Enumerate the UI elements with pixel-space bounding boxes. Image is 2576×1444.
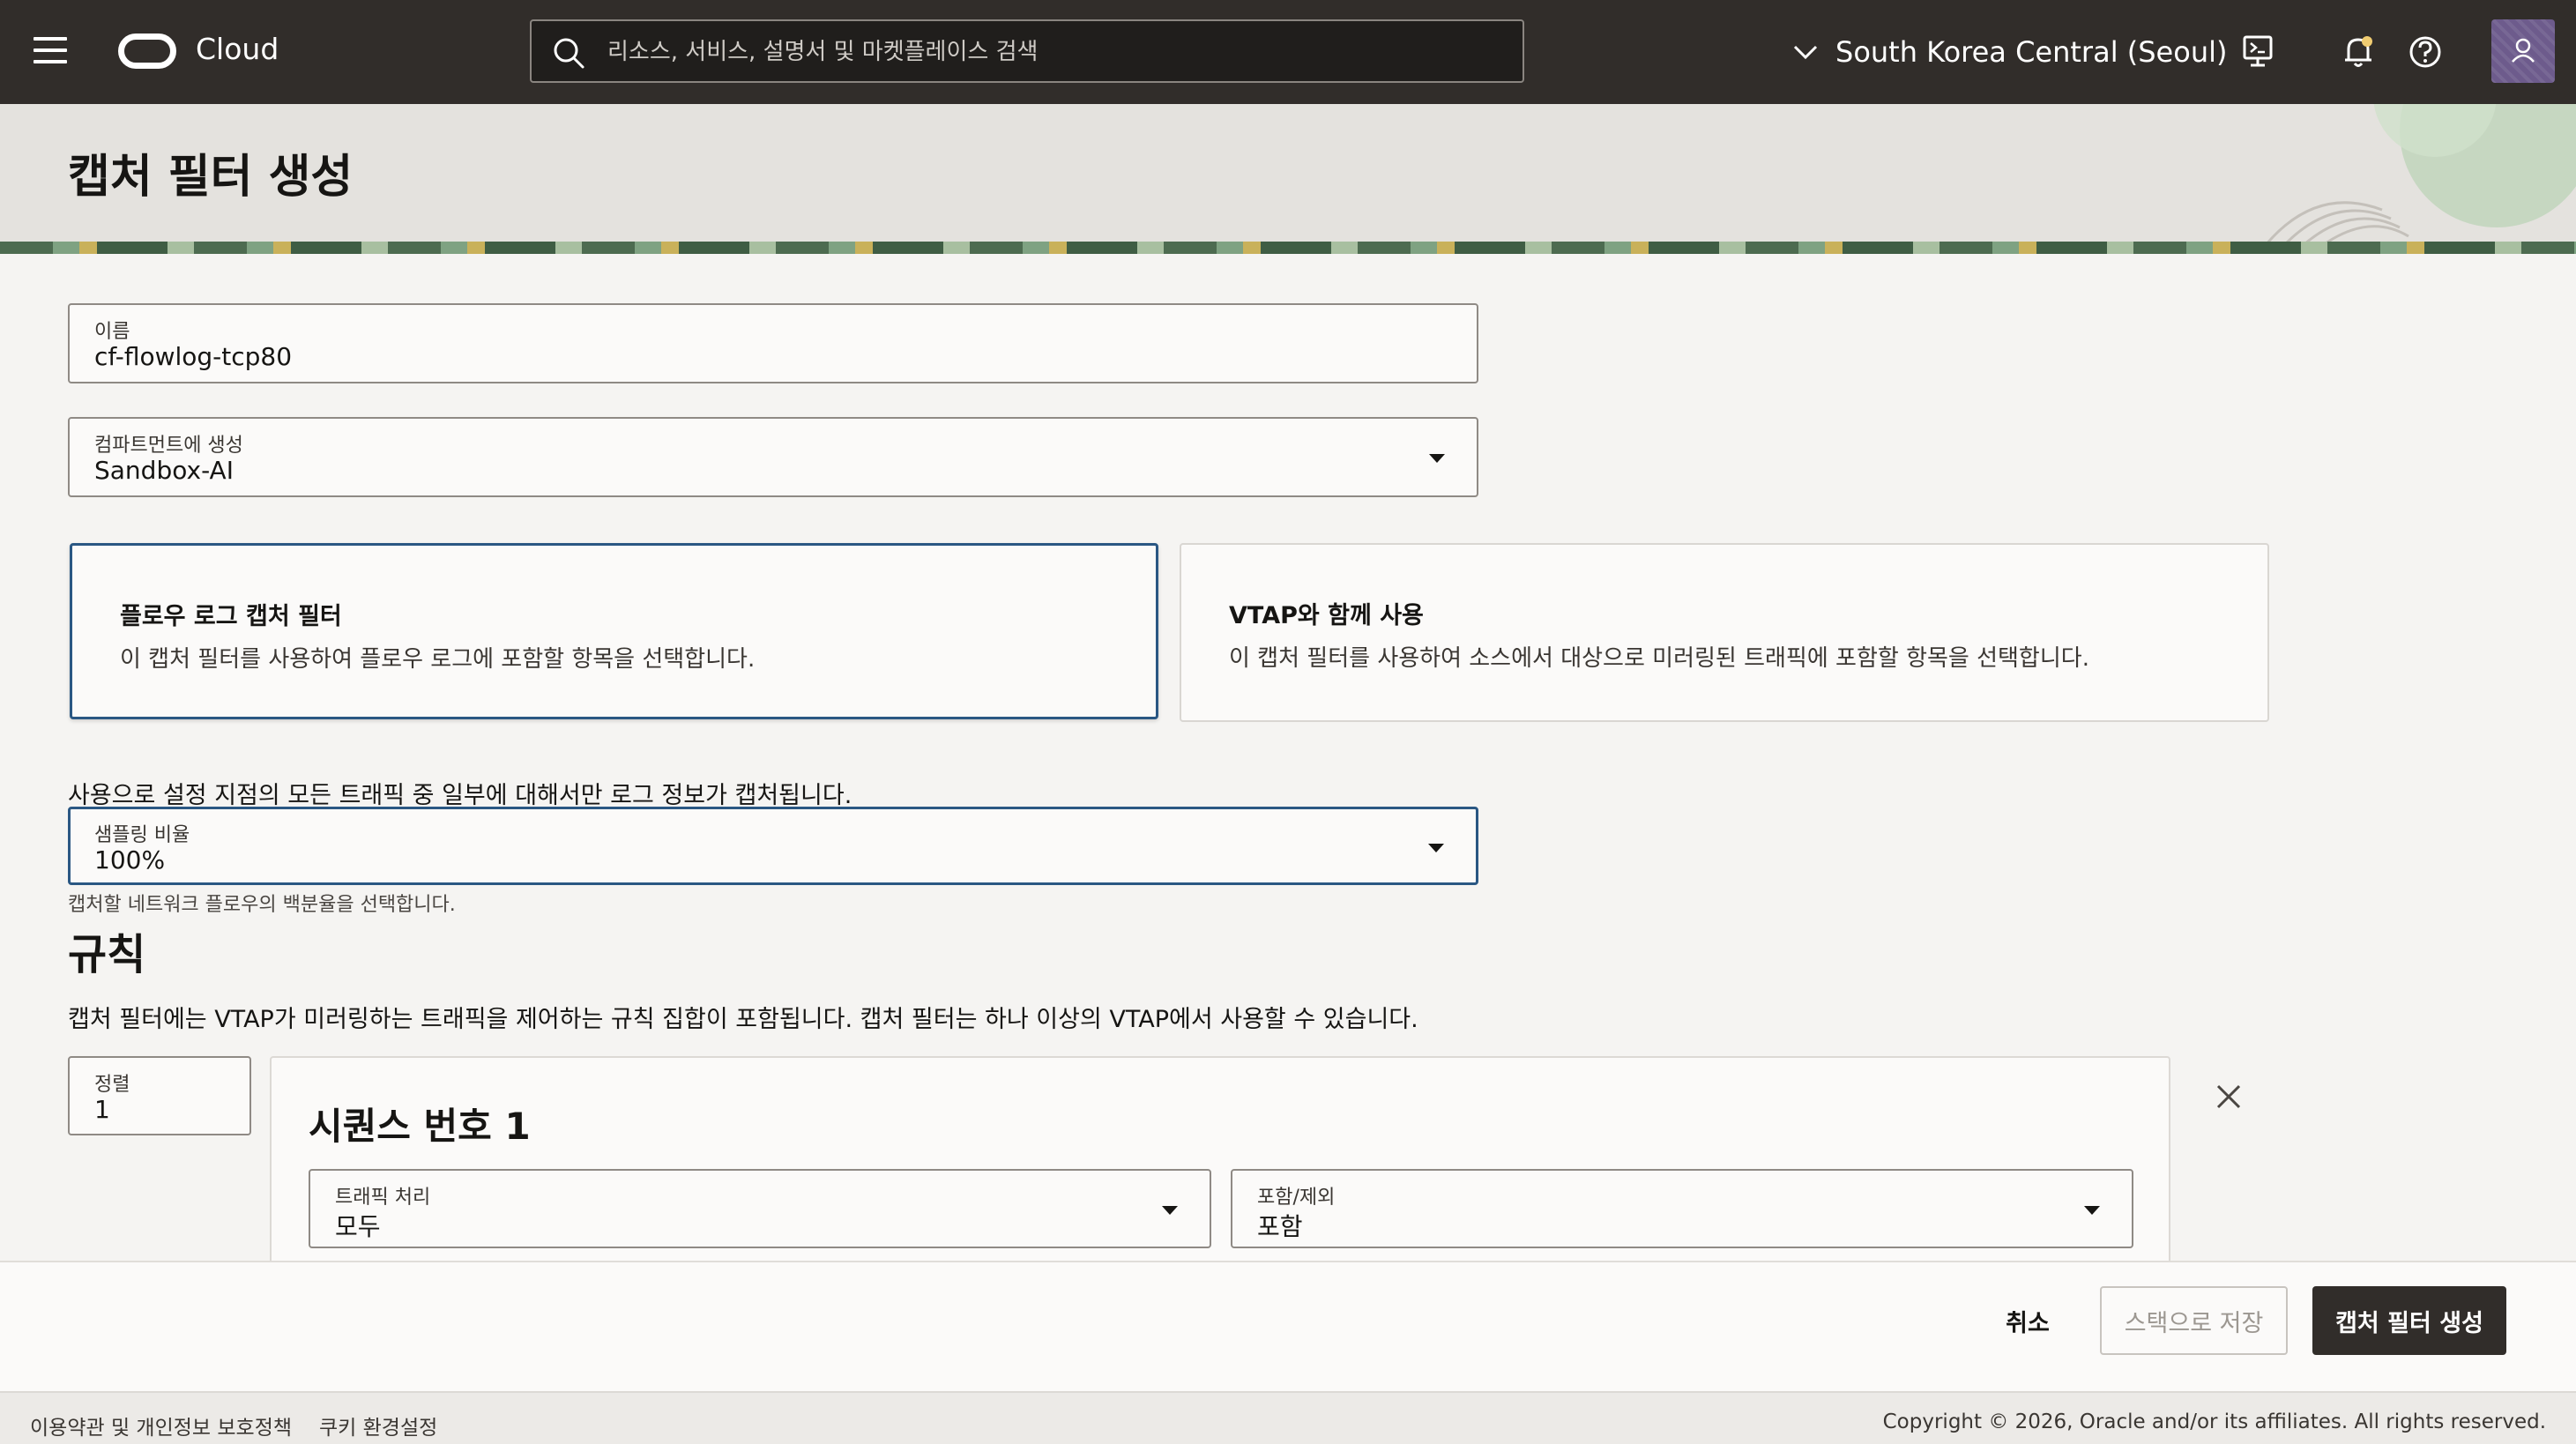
compartment-select[interactable]: 컴파트먼트에 생성 Sandbox-AI bbox=[68, 417, 1478, 497]
card-title: 플로우 로그 캡처 필터 bbox=[120, 603, 342, 630]
sampling-rate-label: 샘플링 비율 bbox=[94, 824, 190, 846]
traffic-handling-select[interactable]: 트래픽 처리 모두 bbox=[309, 1169, 1211, 1248]
compartment-value: Sandbox-AI bbox=[94, 456, 234, 485]
flow-log-capture-filter-card[interactable]: 플로우 로그 캡처 필터 이 캡처 필터를 사용하여 플로우 로그에 포함할 항… bbox=[70, 543, 1158, 719]
traffic-handling-label: 트래픽 처리 bbox=[335, 1187, 431, 1209]
page-header: 캡처 필터 생성 bbox=[0, 104, 2576, 254]
region-label: South Korea Central (Seoul) bbox=[1835, 35, 2228, 69]
search-box[interactable] bbox=[530, 19, 1524, 83]
include-exclude-label: 포함/제외 bbox=[1257, 1187, 1336, 1209]
order-label: 정렬 bbox=[94, 1074, 130, 1096]
header-decoration bbox=[2257, 104, 2576, 254]
cancel-button[interactable]: 취소 bbox=[1984, 1286, 2072, 1355]
caret-down-icon bbox=[2084, 1206, 2100, 1215]
close-icon[interactable] bbox=[2213, 1081, 2245, 1113]
sampling-intro-text: 사용으로 설정 지점의 모든 트래픽 중 일부에 대해서만 로그 정보가 캡처됩… bbox=[68, 782, 852, 809]
create-capture-filter-button[interactable]: 캡처 필터 생성 bbox=[2312, 1286, 2506, 1355]
hamburger-menu-icon[interactable] bbox=[34, 37, 67, 67]
top-navigation-bar: Cloud South Korea Central (Seoul) bbox=[0, 0, 2576, 104]
rules-heading: 규칙 bbox=[68, 930, 146, 979]
sampling-help-text: 캡처할 네트워크 플로우의 백분율을 선택합니다. bbox=[68, 894, 456, 916]
sequence-rule-box: 시퀀스 번호 1 트래픽 처리 모두 포함/제외 포함 bbox=[270, 1056, 2170, 1268]
traffic-handling-value: 모두 bbox=[335, 1212, 381, 1241]
vtap-capture-filter-card[interactable]: VTAP와 함께 사용 이 캡처 필터를 사용하여 소스에서 대상으로 미러링된… bbox=[1180, 543, 2269, 722]
help-icon[interactable] bbox=[2405, 32, 2446, 72]
oracle-logo-icon[interactable] bbox=[118, 33, 176, 69]
search-icon bbox=[554, 38, 584, 69]
compartment-label: 컴파트먼트에 생성 bbox=[94, 435, 243, 457]
name-label: 이름 bbox=[94, 321, 130, 343]
user-avatar[interactable] bbox=[2491, 19, 2555, 83]
cookie-preferences-link[interactable]: 쿠키 환경설정 bbox=[319, 1411, 437, 1440]
copyright-text: Copyright © 2026, Oracle and/or its affi… bbox=[1882, 1411, 2546, 1433]
caret-down-icon bbox=[1162, 1206, 1178, 1215]
save-as-stack-button[interactable]: 스택으로 저장 bbox=[2100, 1286, 2288, 1355]
card-description: 이 캡처 필터를 사용하여 소스에서 대상으로 미러링된 트래픽에 포함할 항목… bbox=[1229, 645, 2089, 672]
caret-down-icon bbox=[1429, 454, 1445, 463]
search-input[interactable] bbox=[607, 33, 1498, 71]
cloud-shell-icon[interactable] bbox=[2239, 32, 2280, 72]
caret-down-icon bbox=[1428, 844, 1444, 852]
rules-description: 캡처 필터에는 VTAP가 미러링하는 트래픽을 제어하는 규칙 집합이 포함됩… bbox=[68, 1006, 1418, 1033]
footer: 이용약관 및 개인정보 보호정책 쿠키 환경설정 Copyright © 202… bbox=[0, 1391, 2576, 1444]
card-description: 이 캡처 필터를 사용하여 플로우 로그에 포함할 항목을 선택합니다. bbox=[120, 646, 756, 673]
region-selector[interactable]: South Korea Central (Seoul) bbox=[1790, 30, 2227, 74]
name-value[interactable]: cf-flowlog-tcp80 bbox=[94, 342, 292, 371]
sampling-rate-value: 100% bbox=[94, 845, 166, 875]
card-title: VTAP와 함께 사용 bbox=[1229, 602, 1424, 629]
include-exclude-value: 포함 bbox=[1257, 1212, 1303, 1241]
brand-label[interactable]: Cloud bbox=[196, 32, 279, 66]
header-decoration-band bbox=[0, 242, 2576, 254]
terms-link[interactable]: 이용약관 및 개인정보 보호정책 bbox=[30, 1411, 292, 1440]
page-title: 캡처 필터 생성 bbox=[68, 151, 354, 204]
chevron-down-icon bbox=[1793, 45, 1818, 60]
sequence-title: 시퀀스 번호 1 bbox=[309, 1105, 531, 1148]
user-profile-icon bbox=[2512, 38, 2535, 63]
notification-bell-icon[interactable] bbox=[2338, 32, 2379, 72]
name-field[interactable]: 이름 cf-flowlog-tcp80 bbox=[68, 303, 1478, 383]
sampling-rate-select[interactable]: 샘플링 비율 100% bbox=[68, 807, 1478, 885]
order-field[interactable]: 정렬 1 bbox=[68, 1056, 251, 1135]
order-value[interactable]: 1 bbox=[94, 1095, 110, 1124]
include-exclude-select[interactable]: 포함/제외 포함 bbox=[1231, 1169, 2133, 1248]
